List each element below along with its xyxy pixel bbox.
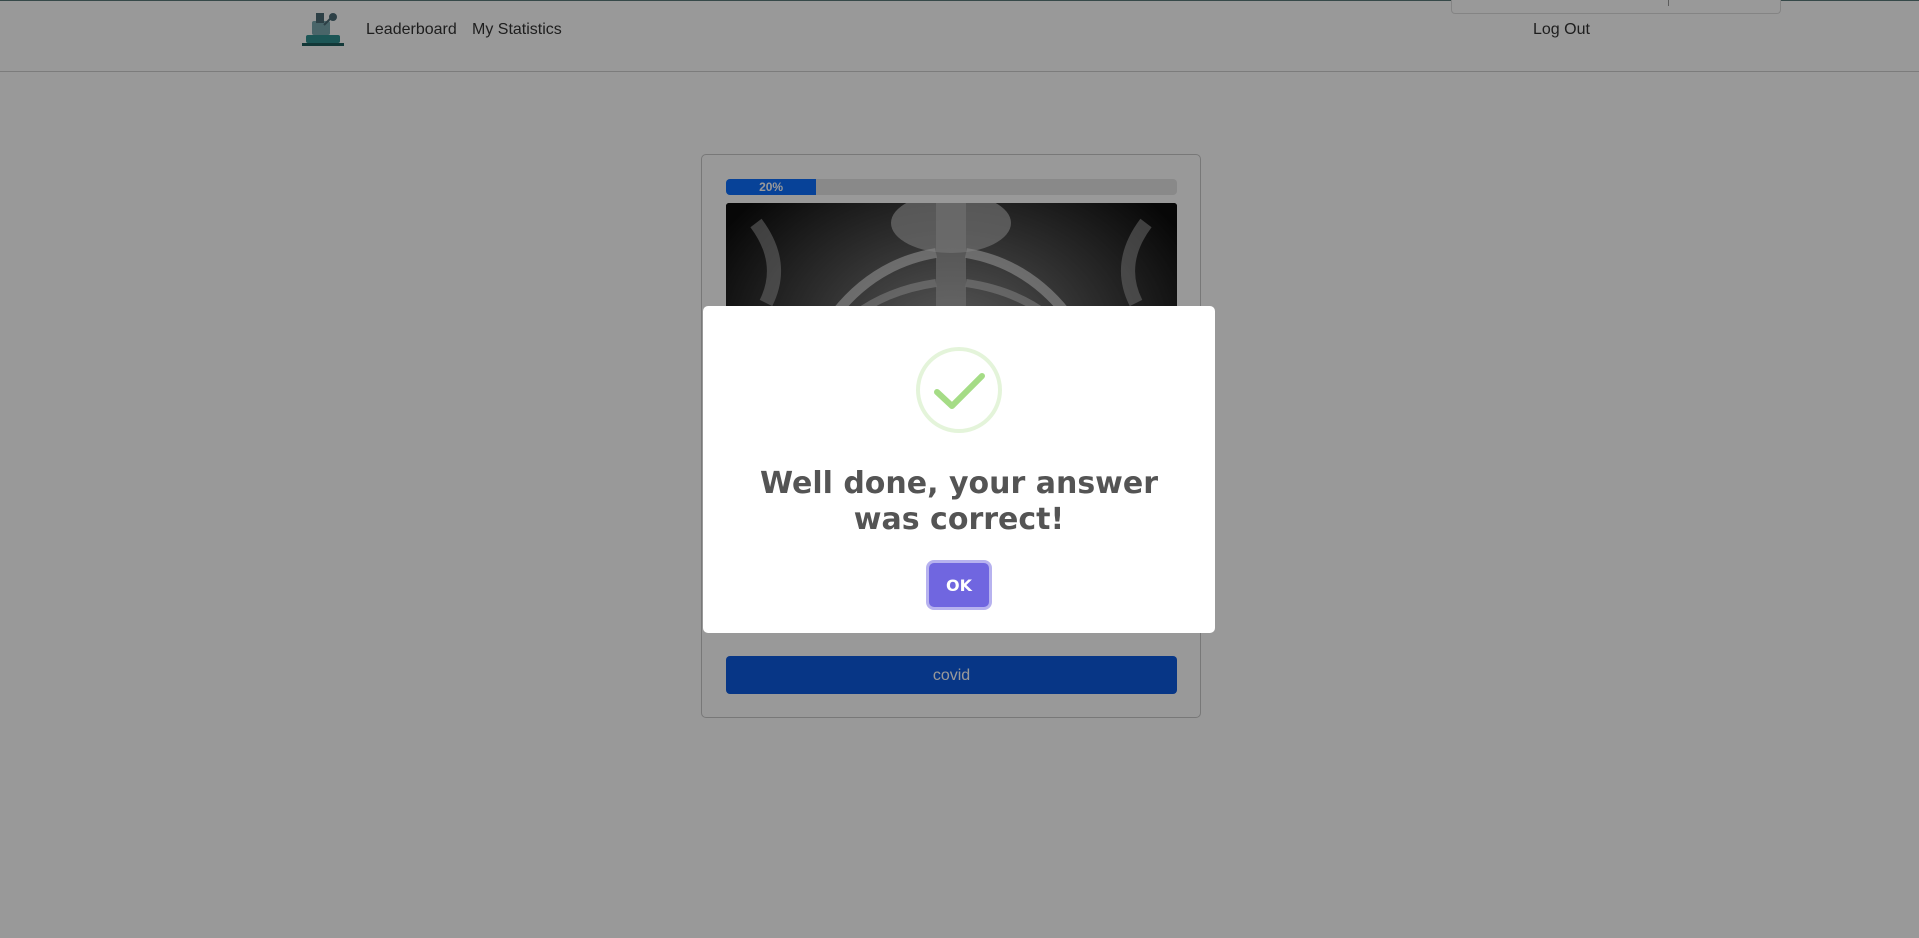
success-check-icon (916, 347, 1002, 433)
ok-button[interactable]: OK (929, 563, 989, 607)
result-modal: Well done, your answer was correct! OK (703, 306, 1215, 633)
page: Leaderboard My Statistics Log Out 20% co… (0, 0, 1919, 938)
modal-title: Well done, your answer was correct! (759, 466, 1159, 537)
